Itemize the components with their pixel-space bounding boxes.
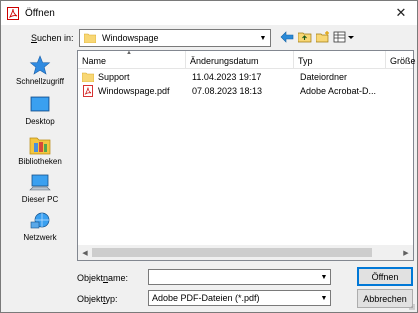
place-label: Dieser PC: [21, 195, 59, 204]
chevron-down-icon[interactable]: ▼: [317, 270, 330, 284]
close-button[interactable]: ✕: [385, 1, 417, 25]
file-type: Adobe Acrobat-D...: [300, 86, 377, 96]
file-date: 11.04.2023 19:17: [192, 72, 262, 82]
place-desktop[interactable]: Desktop: [9, 95, 71, 133]
computer-icon: [29, 174, 51, 191]
view-menu-icon: [333, 31, 354, 43]
toolbar: [279, 29, 355, 45]
new-folder-button[interactable]: [315, 29, 331, 45]
up-folder-icon: [298, 32, 312, 43]
acrobat-icon: [7, 6, 19, 20]
chevron-down-icon[interactable]: ▼: [317, 291, 330, 305]
cancel-button[interactable]: Abbrechen: [357, 289, 413, 308]
folder-icon: [84, 33, 96, 43]
resize-grip-icon[interactable]: [407, 302, 415, 310]
place-label: Desktop: [25, 117, 55, 126]
place-label: Schnellzugriff: [16, 77, 64, 86]
filetype-value: Adobe PDF-Dateien (*.pdf): [152, 293, 260, 303]
star-icon: [29, 55, 51, 75]
pdf-icon: [83, 85, 93, 97]
list-item[interactable]: Windowspage.pdf 07.08.2023 18:13 Adobe A…: [78, 84, 413, 98]
chevron-down-icon[interactable]: ▼: [256, 30, 270, 46]
place-libraries[interactable]: Bibliotheken: [9, 135, 71, 173]
up-folder-button[interactable]: [297, 29, 313, 45]
filetype-select[interactable]: Adobe PDF-Dateien (*.pdf) ▼: [148, 290, 331, 306]
place-network[interactable]: Netzwerk: [9, 211, 71, 249]
filetype-label: Objekttyp:: [77, 294, 118, 304]
column-header-type[interactable]: Typ: [294, 51, 386, 69]
folder-icon: [82, 72, 94, 82]
scroll-right-icon[interactable]: ▶: [400, 247, 412, 258]
scroll-left-icon[interactable]: ◀: [79, 247, 91, 258]
file-date: 07.08.2023 18:13: [192, 86, 263, 96]
new-folder-icon: [316, 31, 329, 43]
desktop-icon: [30, 96, 50, 112]
libraries-icon: [29, 137, 51, 155]
lookin-combobox[interactable]: Windowspage ▼: [79, 29, 271, 47]
file-name: Windowspage.pdf: [98, 86, 170, 96]
filename-input[interactable]: ▼: [148, 269, 331, 285]
sort-up-icon: ▲: [126, 50, 132, 56]
scroll-thumb[interactable]: [92, 248, 372, 257]
view-menu-button[interactable]: [333, 29, 355, 45]
back-arrow-icon: [280, 31, 294, 43]
column-header-name[interactable]: ▲ Name: [78, 50, 186, 69]
list-header: ▲ Name Änderungsdatum Typ Größe: [78, 50, 416, 69]
file-list[interactable]: ▲ Name Änderungsdatum Typ Größe Support …: [77, 50, 416, 261]
place-label: Bibliotheken: [18, 157, 62, 166]
title-bar: Öffnen ✕: [1, 1, 417, 25]
column-header-date[interactable]: Änderungsdatum: [186, 51, 294, 69]
horizontal-scrollbar[interactable]: ◀ ▶: [78, 245, 413, 260]
file-name: Support: [98, 72, 130, 82]
network-icon: [30, 212, 50, 229]
window-title: Öffnen: [25, 7, 55, 19]
places-bar: Schnellzugriff Desktop Bibliotheken Dies…: [9, 53, 71, 261]
place-quick-access[interactable]: Schnellzugriff: [9, 55, 71, 93]
place-label: Netzwerk: [23, 233, 57, 242]
filename-label: Objektname:: [77, 273, 129, 283]
lookin-value: Windowspage: [102, 33, 159, 43]
lookin-label: Suchen in:: [31, 33, 74, 43]
file-type: Dateiordner: [300, 72, 348, 82]
open-dialog: Öffnen ✕ Suchen in: Windowspage ▼ Schnel…: [0, 0, 418, 313]
list-item[interactable]: Support 11.04.2023 19:17 Dateiordner: [78, 70, 413, 84]
close-icon: ✕: [395, 5, 407, 20]
back-button[interactable]: [279, 29, 295, 45]
place-this-pc[interactable]: Dieser PC: [9, 173, 71, 211]
column-header-size[interactable]: Größe: [386, 51, 416, 69]
open-button[interactable]: Öffnen: [357, 267, 413, 286]
